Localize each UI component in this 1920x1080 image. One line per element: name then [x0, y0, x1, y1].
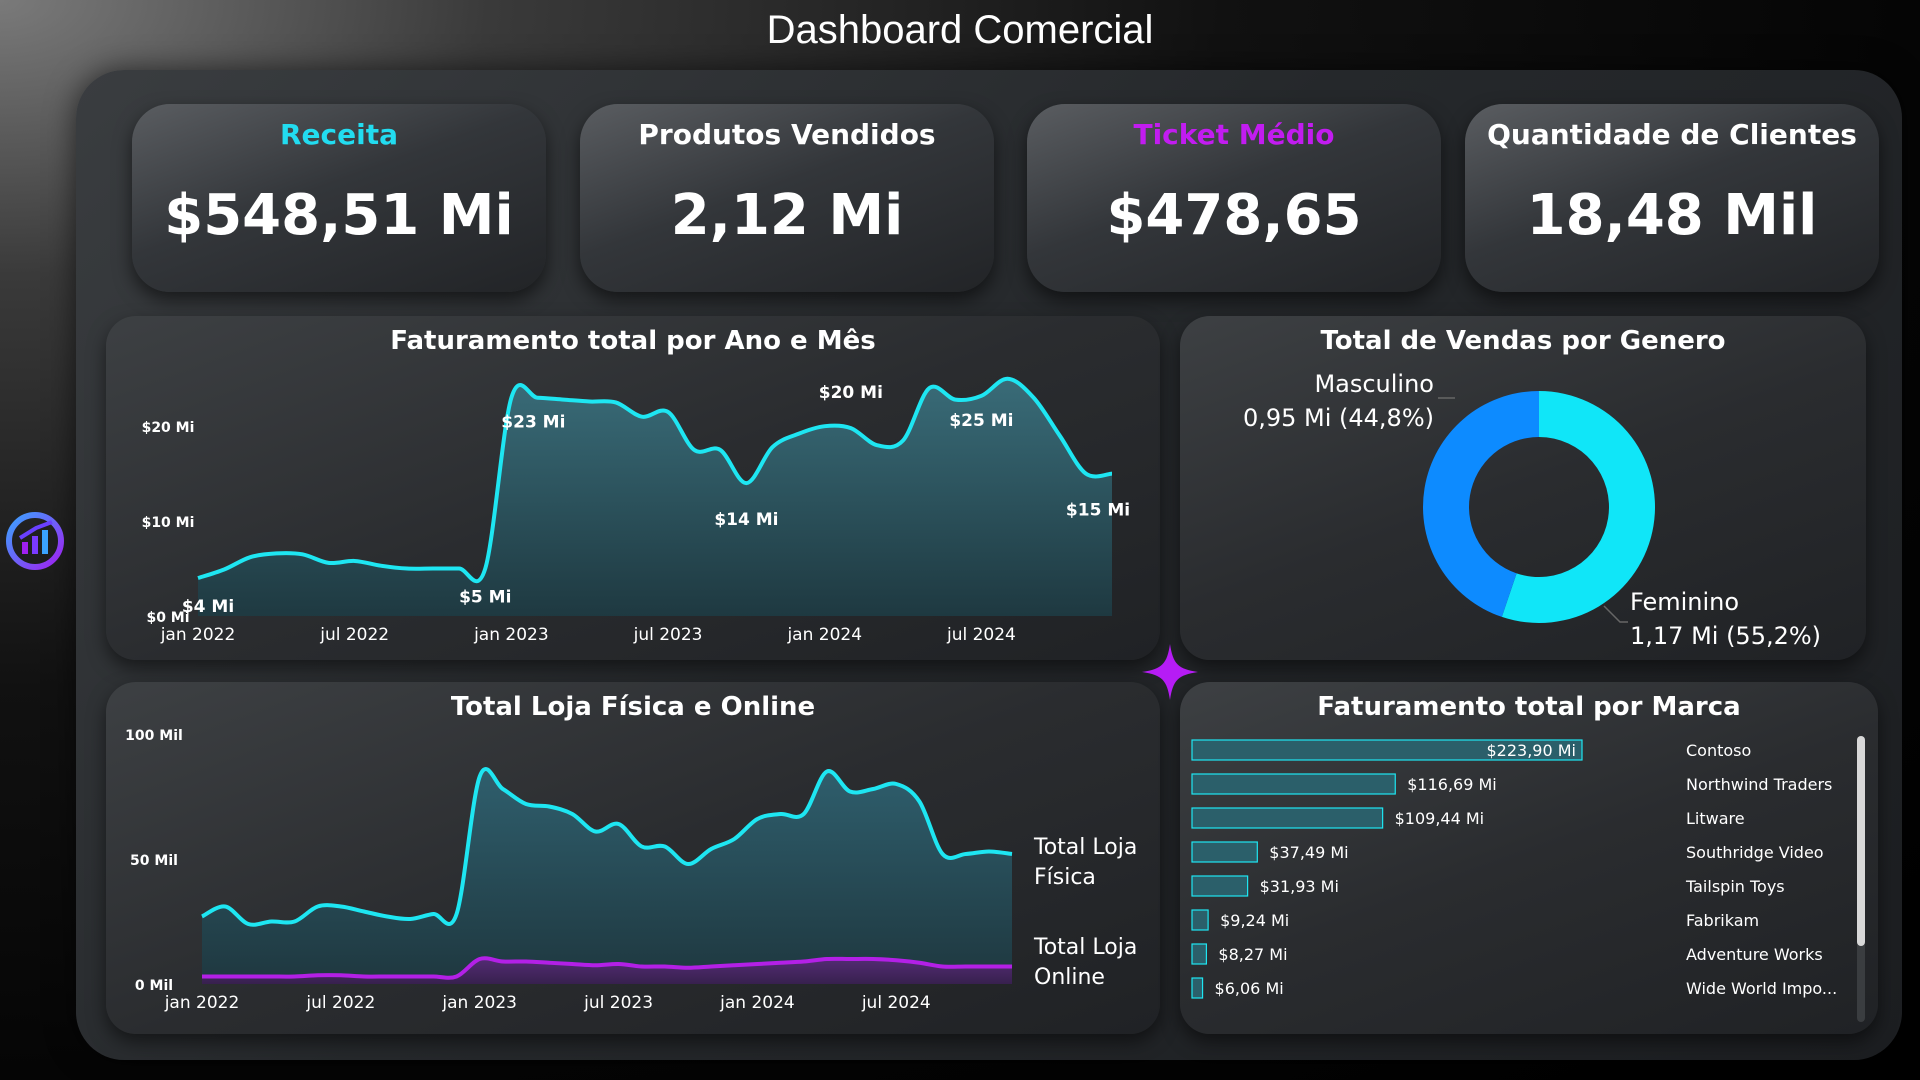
sales-by-gender-panel: Total de Vendas por Genero Masculino 0,95…: [1180, 316, 1866, 660]
kpi-label: Produtos Vendidos: [638, 118, 936, 151]
x-tick-label: jan 2023: [441, 993, 517, 1013]
brand-bar: [1191, 875, 1249, 897]
brand-bar-chart[interactable]: $223,90 Mi Contoso $116,69 Mi Northwind Tra…: [1180, 682, 1878, 1034]
brand-category-label: Fabrikam: [1686, 911, 1759, 930]
series-label-fisica: Total Loja: [1033, 835, 1137, 860]
bar-value-label: $37,49 Mi: [1269, 843, 1348, 862]
kpi-value: 2,12 Mi: [670, 183, 904, 248]
page-title: Dashboard Comercial: [766, 8, 1154, 52]
x-tick-label: jan 2023: [473, 625, 549, 645]
x-tick-label: jul 2023: [583, 993, 653, 1013]
x-tick-label: jan 2024: [719, 993, 795, 1013]
kpi-label: Quantidade de Clientes: [1487, 118, 1857, 151]
y-tick-label: 50 Mil: [130, 853, 178, 869]
data-label: $15 Mi: [1066, 501, 1130, 521]
data-label: $25 Mi: [949, 411, 1013, 431]
y-tick-label: 0 Mil: [135, 978, 173, 994]
kpi-card-receita[interactable]: Receita $548,51 Mi: [132, 104, 546, 292]
donut-label-feminino: Feminino: [1630, 588, 1739, 616]
bar-value-label: $31,93 Mi: [1260, 877, 1339, 896]
series-area-0: [202, 769, 1012, 984]
y-tick-label: 100 Mil: [125, 728, 183, 744]
data-label: $4 Mi: [182, 597, 234, 617]
series-label-fisica: Física: [1034, 865, 1096, 890]
sparkle-star-icon: [1142, 644, 1198, 700]
brand-category-label: Contoso: [1686, 741, 1751, 760]
kpi-value: 18,48 Mil: [1526, 183, 1818, 248]
brand-category-label: Litware: [1686, 809, 1745, 828]
brand-category-label: Northwind Traders: [1686, 775, 1832, 794]
bar-value-label: $9,24 Mi: [1220, 911, 1289, 930]
kpi-card-produtos-vendidos[interactable]: Produtos Vendidos 2,12 Mi: [580, 104, 994, 292]
y-tick-label: $20 Mi: [142, 420, 195, 436]
gender-donut-chart[interactable]: Masculino 0,95 Mi (44,8%) Feminino 1,17 Mi …: [1180, 316, 1866, 660]
x-tick-label: jul 2023: [633, 625, 703, 645]
brand-category-label: Southridge Video: [1686, 843, 1824, 862]
brand-bar: [1191, 773, 1396, 795]
donut-value-masculino: 0,95 Mi (44,8%): [1243, 404, 1434, 432]
bar-value-label: $6,06 Mi: [1215, 979, 1284, 998]
kpi-card-ticket-medio[interactable]: Ticket Médio $478,65: [1027, 104, 1441, 292]
series-label-online: Online: [1034, 965, 1105, 990]
brand-bar: [1191, 909, 1209, 931]
x-tick-label: jul 2022: [319, 625, 389, 645]
x-tick-label: jul 2024: [861, 993, 931, 1013]
brand-bar: [1191, 943, 1208, 965]
x-tick-label: jul 2022: [305, 993, 375, 1013]
data-label: $20 Mi: [819, 383, 883, 403]
store-channels-panel: Total Loja Física e Online 0 Mil 50 Mil 10…: [106, 682, 1160, 1034]
bar-value-label: $8,27 Mi: [1218, 945, 1287, 964]
chart-logo-icon: [6, 512, 64, 570]
x-tick-label: jan 2022: [160, 625, 236, 645]
kpi-value: $548,51 Mi: [164, 183, 514, 248]
brand-category-label: Wide World Impo...: [1686, 979, 1837, 998]
bar-value-label: $109,44 Mi: [1395, 809, 1485, 828]
brand-bar: [1191, 841, 1258, 863]
x-tick-label: jul 2024: [946, 625, 1016, 645]
y-tick-label: $10 Mi: [142, 515, 195, 531]
leader-line: [1603, 605, 1628, 623]
revenue-by-month-panel: Faturamento total por Ano e Mês $0 Mi $10…: [106, 316, 1160, 660]
series-label-online: Total Loja: [1033, 935, 1137, 960]
x-tick-label: jan 2024: [786, 625, 862, 645]
brand-bar: [1191, 977, 1204, 999]
donut-label-masculino: Masculino: [1314, 370, 1434, 398]
data-label: $23 Mi: [501, 413, 565, 433]
kpi-card-quantidade-clientes[interactable]: Quantidade de Clientes 18,48 Mil: [1465, 104, 1879, 292]
bar-value-label: $116,69 Mi: [1407, 775, 1497, 794]
brand-category-label: Tailspin Toys: [1685, 877, 1785, 896]
data-label: $14 Mi: [714, 510, 778, 530]
brand-bar: [1191, 807, 1384, 829]
store-channels-area-chart[interactable]: 0 Mil 50 Mil 100 Mil jan 2022 jul 2022 jan 20…: [106, 682, 1160, 1034]
data-label: $5 Mi: [459, 588, 511, 608]
donut-value-feminino: 1,17 Mi (55,2%): [1630, 622, 1821, 650]
revenue-line-chart[interactable]: $0 Mi$10 Mi$20 Mijan 2022 jul 2022 jan 202…: [106, 316, 1160, 660]
kpi-label: Receita: [279, 118, 398, 151]
kpi-label: Ticket Médio: [1133, 118, 1335, 151]
x-tick-label: jan 2022: [164, 993, 240, 1013]
kpi-value: $478,65: [1106, 183, 1362, 248]
brand-category-label: Adventure Works: [1686, 945, 1823, 964]
revenue-by-brand-panel: Faturamento total por Marca $223,90 Mi Co…: [1180, 682, 1878, 1034]
scrollbar-thumb: [1857, 736, 1865, 946]
bar-value-label: $223,90 Mi: [1487, 741, 1577, 760]
